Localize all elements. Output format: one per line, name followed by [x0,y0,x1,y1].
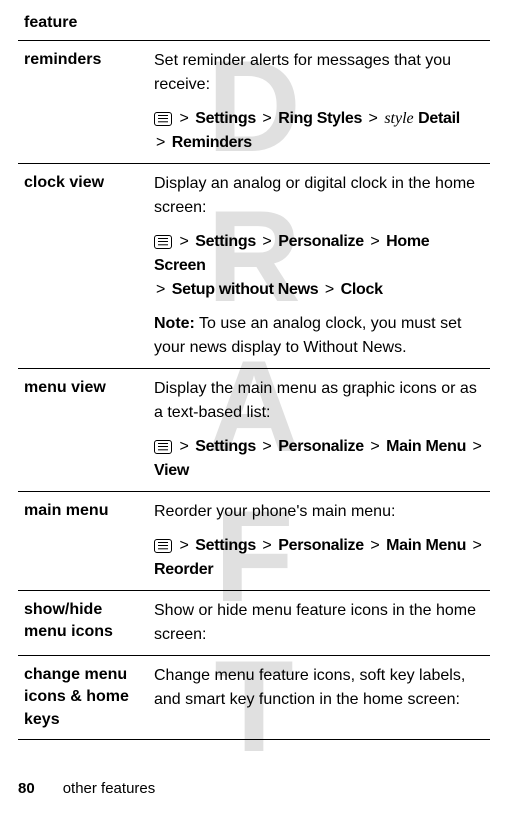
path-style: style [384,110,413,127]
menu-path: > Settings > Personalize > Home Screen >… [154,230,484,302]
path-sep: > [156,134,165,151]
row-note: Note: To use an analog clock, you must s… [154,312,484,360]
row-title: change menu icons & home keys [18,656,148,740]
path-sep: > [369,110,378,127]
path-sep: > [370,438,379,455]
row-content: Reorder your phone's main menu: > Settin… [148,492,490,591]
row-title: reminders [18,41,148,164]
path-part: Ring Styles [278,110,362,127]
table-header: feature [18,10,490,41]
table-row: change menu icons & home keys Change men… [18,656,490,740]
path-part: Detail [418,110,460,127]
page-footer: 80 other features [18,780,155,797]
row-title: show/hide menu icons [18,591,148,656]
row-desc: Reorder your phone's main menu: [154,500,484,524]
path-part: Settings [195,438,256,455]
path-part: Main Menu [386,438,466,455]
row-desc: Change menu feature icons, soft key labe… [154,664,484,712]
row-content: Change menu feature icons, soft key labe… [148,656,490,740]
path-sep: > [179,110,188,127]
path-part: View [154,462,189,479]
menu-icon [154,539,172,553]
path-part: Settings [195,110,256,127]
row-title: menu view [18,369,148,492]
row-desc: Show or hide menu feature icons in the h… [154,599,484,647]
path-sep: > [179,233,188,250]
menu-path: > Settings > Personalize > Main Menu > R… [154,534,484,582]
table-row: clock view Display an analog or digital … [18,164,490,369]
path-sep: > [262,233,271,250]
path-part: Settings [195,537,256,554]
row-desc: Set reminder alerts for messages that yo… [154,49,484,97]
note-text-after: . [402,339,406,356]
table-row: main menu Reorder your phone's main menu… [18,492,490,591]
path-part: Personalize [278,438,364,455]
row-content: Set reminder alerts for messages that yo… [148,41,490,164]
path-sep: > [473,537,482,554]
path-sep: > [325,281,334,298]
path-part: Settings [195,233,256,250]
path-part: Personalize [278,233,364,250]
path-sep: > [179,438,188,455]
footer-section: other features [63,780,156,797]
path-part: Personalize [278,537,364,554]
path-sep: > [179,537,188,554]
table-row: show/hide menu icons Show or hide menu f… [18,591,490,656]
row-content: Display the main menu as graphic icons o… [148,369,490,492]
path-part: Reorder [154,561,213,578]
path-sep: > [156,281,165,298]
menu-icon [154,440,172,454]
feature-table: feature reminders Set reminder alerts fo… [18,10,490,740]
table-row: reminders Set reminder alerts for messag… [18,41,490,164]
path-sep: > [262,438,271,455]
path-sep: > [262,537,271,554]
row-desc: Display an analog or digital clock in th… [154,172,484,220]
table-row: menu view Display the main menu as graph… [18,369,490,492]
path-part: Main Menu [386,537,466,554]
menu-icon [154,112,172,126]
path-sep: > [262,110,271,127]
menu-path: > Settings > Ring Styles > style Detail … [154,107,484,155]
row-content: Show or hide menu feature icons in the h… [148,591,490,656]
menu-path: > Settings > Personalize > Main Menu > V… [154,435,484,483]
path-sep: > [370,233,379,250]
path-sep: > [370,537,379,554]
path-part: Reminders [172,134,252,151]
row-title: clock view [18,164,148,369]
row-title: main menu [18,492,148,591]
note-bold: Without News [303,339,402,356]
row-desc: Display the main menu as graphic icons o… [154,377,484,425]
path-sep: > [473,438,482,455]
row-content: Display an analog or digital clock in th… [148,164,490,369]
path-part: Clock [341,281,383,298]
page-number: 80 [18,780,35,797]
path-part: Setup without News [172,281,319,298]
note-label: Note: [154,315,195,332]
menu-icon [154,235,172,249]
